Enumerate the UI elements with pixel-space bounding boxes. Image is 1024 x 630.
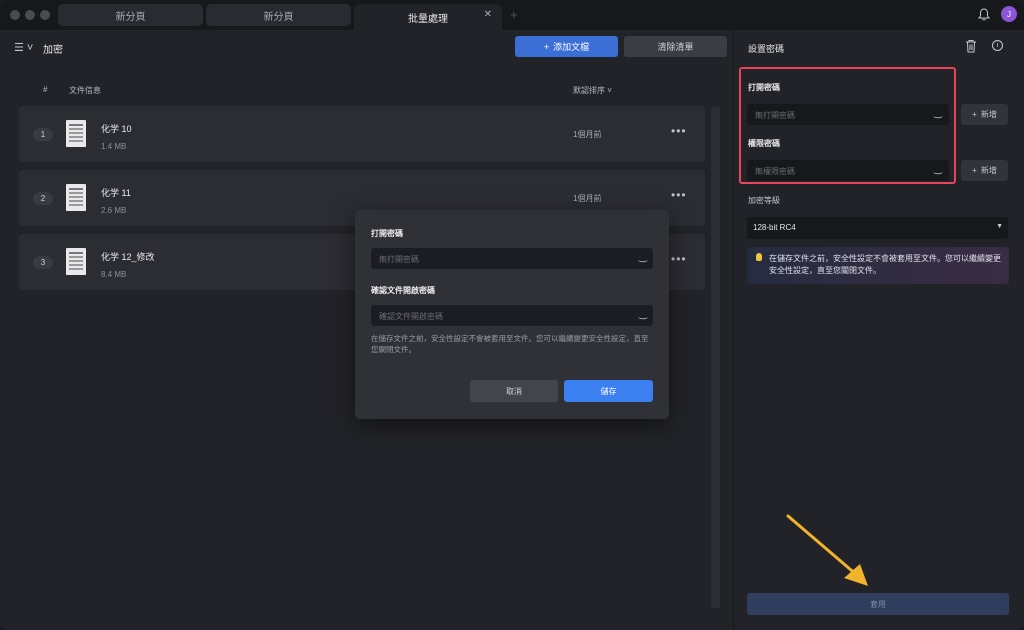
file-name: 化学 11 <box>101 188 131 198</box>
cancel-label: 取消 <box>506 386 522 396</box>
panel-title: 設置密碼 <box>748 44 785 54</box>
file-time: 1個月前 <box>573 194 602 203</box>
plus-icon: + <box>972 166 977 175</box>
permission-password-placeholder: 無權限密碼 <box>755 167 795 176</box>
add-open-password-button[interactable]: + 新增 <box>961 104 1008 125</box>
clear-list-label: 清除清單 <box>657 42 694 52</box>
eye-closed-icon[interactable]: ‿ <box>934 164 942 175</box>
apply-button[interactable]: 套用 <box>747 593 1009 615</box>
clear-list-button[interactable]: 清除清單 <box>624 36 727 57</box>
cancel-button[interactable]: 取消 <box>470 380 558 402</box>
dialog-note: 在儲存文件之前，安全性設定不會被套用至文件。您可以繼續變更安全性設定，直至您關閉… <box>371 334 649 354</box>
add-document-label: 添加文檔 <box>553 42 590 52</box>
dialog-open-password-placeholder: 無打開密碼 <box>379 255 419 264</box>
tab-new-1[interactable]: 新分頁 <box>58 4 203 26</box>
dialog-confirm-password-input[interactable]: 確認文件開啟密碼 ‿ <box>371 305 653 326</box>
tab-batch[interactable]: 批量處理 ✕ <box>354 4 502 30</box>
plus-icon: + <box>972 110 977 119</box>
row-index: 3 <box>33 256 53 269</box>
eye-closed-icon[interactable]: ‿ <box>639 252 647 263</box>
file-name: 化学 10 <box>101 124 132 134</box>
file-size: 8.4 MB <box>101 270 127 279</box>
sort-dropdown[interactable]: 默認排序 ˅ <box>573 85 612 96</box>
maximize-window-button[interactable] <box>40 10 50 20</box>
file-thumbnail <box>66 120 86 147</box>
tab-new-2[interactable]: 新分頁 <box>206 4 351 26</box>
save-label: 儲存 <box>600 386 617 396</box>
encryption-level-value: 128-bit RC4 <box>753 223 796 232</box>
more-icon[interactable]: ••• <box>671 252 687 266</box>
title-bar: 新分頁 新分頁 批量處理 ✕ + J <box>0 0 1024 30</box>
chevron-down-icon: ˅ <box>607 86 612 95</box>
sort-label: 默認排序 <box>573 86 605 95</box>
file-time: 1個月前 <box>573 130 602 139</box>
add-permission-password-button[interactable]: + 新增 <box>961 160 1008 181</box>
security-tip-text: 在儲存文件之前，安全性設定不會被套用至文件。您可以繼續變更安全性設定，直至您關閉… <box>769 254 1001 275</box>
more-icon[interactable]: ••• <box>671 188 687 202</box>
security-tip: 在儲存文件之前，安全性設定不會被套用至文件。您可以繼續變更安全性設定，直至您關閉… <box>747 247 1009 284</box>
password-dialog: 打開密碼 無打開密碼 ‿ 確認文件開啟密碼 確認文件開啟密碼 ‿ 在儲存文件之前… <box>355 210 669 419</box>
tab-label: 新分頁 <box>263 11 294 23</box>
close-window-button[interactable] <box>10 10 20 20</box>
file-thumbnail <box>66 248 86 275</box>
file-thumbnail <box>66 184 86 211</box>
column-index: # <box>43 85 48 94</box>
tab-label: 批量處理 <box>408 13 448 25</box>
new-label: 新增 <box>980 110 997 119</box>
permission-password-label: 權限密碼 <box>748 139 780 148</box>
page-title: 加密 <box>43 45 63 56</box>
permission-password-input[interactable]: 無權限密碼 ‿ <box>747 160 949 181</box>
row-index: 2 <box>33 192 53 205</box>
file-name: 化学 12_修改 <box>101 252 155 262</box>
add-document-button[interactable]: + 添加文檔 <box>515 36 618 57</box>
open-password-label: 打開密碼 <box>748 83 780 92</box>
avatar[interactable]: J <box>1001 6 1017 22</box>
eye-closed-icon[interactable]: ‿ <box>639 309 647 320</box>
scrollbar[interactable] <box>711 106 720 608</box>
plus-icon: + <box>543 41 550 52</box>
more-icon[interactable]: ••• <box>671 124 687 138</box>
menu-icon[interactable]: ☰ ˅ <box>14 41 33 54</box>
open-password-placeholder: 無打開密碼 <box>755 111 795 120</box>
new-label: 新增 <box>980 166 997 175</box>
encryption-level-select[interactable]: 128-bit RC4 ▼ <box>747 217 1008 239</box>
dialog-confirm-placeholder: 確認文件開啟密碼 <box>379 312 443 321</box>
tab-label: 新分頁 <box>115 11 146 23</box>
column-file-info: 文件信息 <box>69 86 101 95</box>
add-tab-icon[interactable]: + <box>510 7 518 22</box>
apply-label: 套用 <box>870 599 886 609</box>
dialog-open-password-input[interactable]: 無打開密碼 ‿ <box>371 248 653 269</box>
row-index: 1 <box>33 128 53 141</box>
file-size: 1.4 MB <box>101 142 127 151</box>
encryption-level-label: 加密等級 <box>748 196 780 205</box>
caret-down-icon: ▼ <box>996 223 1003 230</box>
bell-icon[interactable] <box>978 8 990 21</box>
open-password-input[interactable]: 無打開密碼 ‿ <box>747 104 949 125</box>
trash-icon[interactable] <box>965 39 977 53</box>
table-row[interactable]: 1 化学 10 1.4 MB 1個月前 ••• <box>19 106 705 162</box>
arrow-annotation-icon <box>786 514 868 586</box>
avatar-initial: J <box>1007 9 1011 19</box>
file-size: 2.6 MB <box>101 206 127 215</box>
minimize-window-button[interactable] <box>25 10 35 20</box>
save-button[interactable]: 儲存 <box>564 380 653 402</box>
lightbulb-icon <box>756 253 762 261</box>
eye-closed-icon[interactable]: ‿ <box>934 108 942 119</box>
app-window: 新分頁 新分頁 批量處理 ✕ + J ☰ ˅ 加密 + 添加文檔 清除清單 # … <box>0 0 1024 630</box>
dialog-confirm-label: 確認文件開啟密碼 <box>371 286 435 295</box>
dialog-open-password-label: 打開密碼 <box>371 229 403 238</box>
info-icon[interactable]: i <box>992 40 1003 51</box>
close-icon[interactable]: ✕ <box>484 9 492 20</box>
